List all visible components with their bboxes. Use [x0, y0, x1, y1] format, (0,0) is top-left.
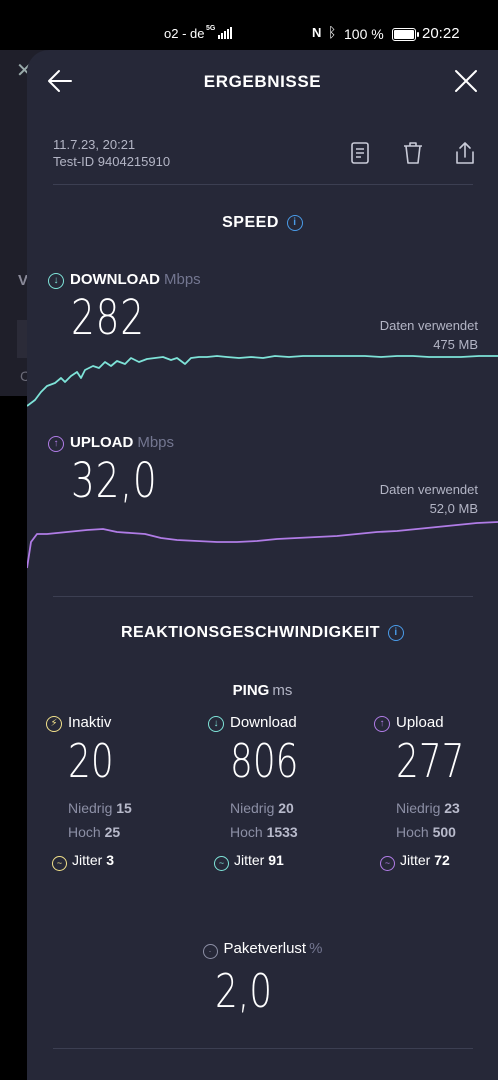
jitter-label: Jitter [72, 852, 103, 868]
divider [53, 596, 473, 597]
upload-arrow-icon: ↑ [374, 716, 390, 732]
ping-upload-column: ↑ Upload 277 Niedrig 23 Hoch 500 ~ Jitter … [374, 714, 498, 871]
ping-upload-high: Hoch 500 [396, 824, 498, 840]
speed-section-title: SPEED i [27, 214, 498, 232]
signal-icon [218, 27, 232, 39]
ping-unit: ms [272, 682, 293, 699]
ping-idle-column: ⚡ Inaktiv 20 Niedrig 15 Hoch 25 ~ Jitter 3 [46, 714, 196, 871]
jitter-label: Jitter [400, 852, 431, 868]
packet-loss-value: 2,0 [215, 964, 273, 1018]
ping-upload-label: Upload [396, 714, 444, 731]
high-value: 500 [432, 824, 456, 840]
ping-download-high: Hoch 1533 [230, 824, 358, 840]
responsiveness-title-text: REAKTIONSGESCHWINDIGKEIT [120, 624, 381, 641]
trash-icon[interactable] [400, 140, 426, 166]
low-label: Niedrig [68, 800, 113, 816]
upload-value: 32,0 [71, 453, 158, 509]
ping-download-label: Download [230, 714, 297, 731]
ping-upload-jitter: ~ Jitter 72 [380, 852, 498, 871]
network-type: 5G [206, 25, 216, 32]
download-unit: Mbps [164, 271, 201, 288]
download-label: ↓ DOWNLOAD Mbps [48, 271, 201, 289]
share-icon[interactable] [452, 140, 478, 166]
low-label: Niedrig [396, 800, 441, 816]
download-arrow-icon: ↓ [48, 273, 64, 289]
clock: 20:22 [422, 25, 460, 42]
jitter-icon: ~ [214, 856, 229, 871]
divider [53, 1048, 473, 1049]
download-value: 282 [71, 290, 145, 346]
jitter-value: 72 [434, 852, 450, 868]
upload-data-used-label: Daten verwendet [379, 482, 478, 497]
download-data-used-label: Daten verwendet [379, 318, 478, 333]
download-graph [27, 355, 498, 407]
low-value: 15 [116, 800, 132, 816]
upload-arrow-icon: ↑ [48, 436, 64, 452]
ping-upload-low: Niedrig 23 [396, 800, 498, 816]
battery-icon [392, 28, 419, 41]
ping-title: PING ms [27, 682, 498, 699]
page-title: ERGEBNISSE [203, 72, 322, 91]
divider [53, 184, 473, 185]
ping-download-low: Niedrig 20 [230, 800, 358, 816]
test-id: Test-ID 9404215910 [53, 154, 171, 169]
ping-download-header: ↓ Download [208, 714, 358, 732]
jitter-icon: ~ [380, 856, 395, 871]
jitter-label: Jitter [234, 852, 265, 868]
download-arrow-icon: ↓ [208, 716, 224, 732]
responsiveness-section-title: REAKTIONSGESCHWINDIGKEIT i [27, 624, 498, 642]
jitter-value: 3 [106, 852, 115, 868]
ping-idle-jitter: ~ Jitter 3 [52, 852, 196, 871]
ping-upload-header: ↑ Upload [374, 714, 498, 732]
nfc-icon: N [312, 25, 322, 40]
low-label: Niedrig [230, 800, 275, 816]
low-value: 23 [444, 800, 460, 816]
document-icon[interactable] [347, 140, 373, 166]
packet-loss-label-text: Paketverlust [223, 940, 307, 957]
high-label: Hoch [396, 824, 429, 840]
upload-unit: Mbps [137, 434, 175, 451]
high-label: Hoch [68, 824, 101, 840]
ping-download-jitter: ~ Jitter 91 [214, 852, 358, 871]
upload-label: ↑ UPLOAD Mbps [48, 434, 174, 452]
results-sheet: ERGEBNISSE 11.7.23, 20:21 Test-ID 940421… [27, 50, 498, 1080]
packet-loss-icon: · [202, 944, 218, 959]
ping-idle-header: ⚡ Inaktiv [46, 714, 196, 732]
download-label-text: DOWNLOAD [70, 271, 160, 288]
info-icon[interactable]: i [388, 625, 405, 641]
carrier-name: o2 - de [164, 26, 205, 41]
ping-download-column: ↓ Download 806 Niedrig 20 Hoch 1533 ~ Jitt… [208, 714, 358, 871]
upload-graph [27, 521, 498, 569]
packet-loss-unit: % [309, 940, 323, 957]
high-value: 1533 [266, 824, 298, 840]
test-date: 11.7.23, 20:21 [53, 137, 136, 152]
high-value: 25 [104, 824, 121, 840]
battery-percent: 100 % [344, 26, 384, 42]
status-bar: o2 - de 5G N ᛒ 100 % 20:22 [0, 0, 498, 50]
jitter-icon: ~ [52, 856, 67, 871]
ping-idle-label: Inaktiv [68, 714, 112, 731]
ping-upload-value: 277 [396, 734, 465, 788]
ping-idle-low: Niedrig 15 [68, 800, 196, 816]
speed-title-text: SPEED [222, 214, 279, 231]
jitter-value: 91 [268, 852, 284, 868]
high-label: Hoch [230, 824, 263, 840]
ping-download-value: 806 [230, 734, 299, 788]
ping-idle-high: Hoch 25 [68, 824, 196, 840]
close-icon[interactable] [453, 68, 479, 94]
packet-loss-label: · Paketverlust% [27, 940, 498, 959]
idle-icon: ⚡ [46, 716, 62, 732]
ping-label: PING [232, 682, 270, 699]
bluetooth-icon: ᛒ [328, 24, 337, 40]
upload-label-text: UPLOAD [70, 434, 134, 451]
info-icon[interactable]: i [286, 215, 303, 231]
low-value: 20 [278, 800, 294, 816]
ping-idle-value: 20 [68, 734, 114, 788]
